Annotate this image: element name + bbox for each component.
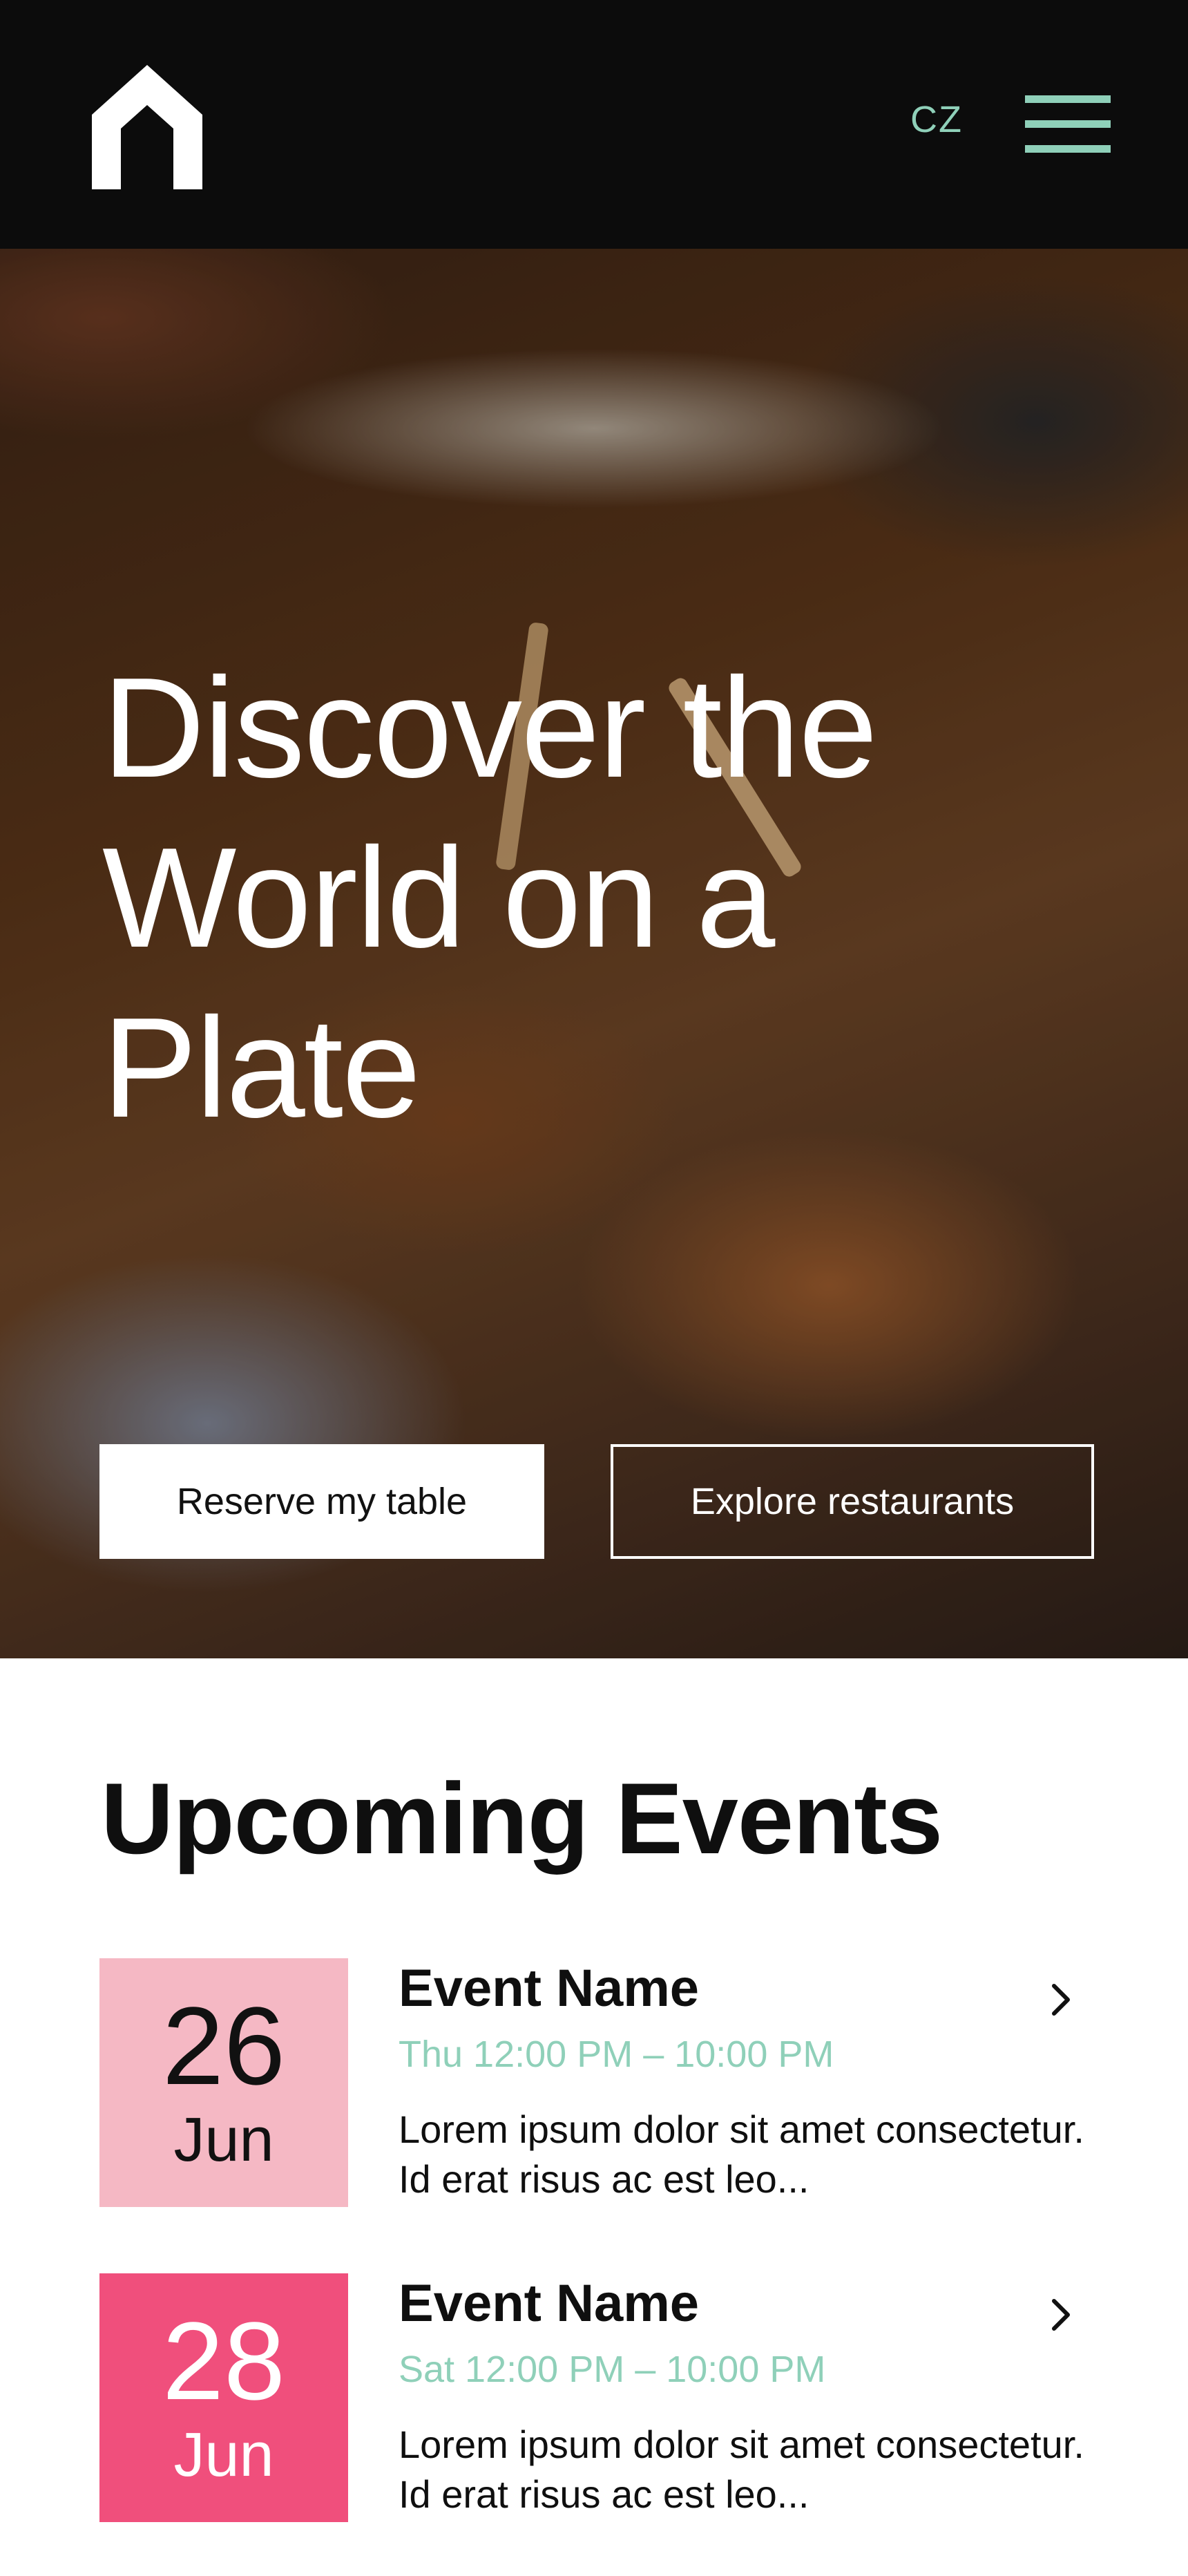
event-time: Thu 12:00 PM – 10:00 PM (399, 2034, 834, 2075)
event-name: Event Name (399, 1959, 700, 2018)
menu-bar-middle (1025, 120, 1111, 128)
menu-bar-top (1025, 95, 1111, 103)
hero-title: Discover the World on a Plate (102, 648, 878, 1147)
chevron-right-icon[interactable] (1047, 2294, 1075, 2336)
house-logo-icon[interactable] (92, 65, 202, 189)
event-name: Event Name (399, 2274, 700, 2333)
hamburger-menu-icon[interactable] (1025, 95, 1111, 155)
event-date-badge: 28 Jun (99, 2273, 348, 2522)
event-day: 26 (162, 1984, 285, 2108)
event-day: 28 (162, 2299, 285, 2423)
event-time: Sat 12:00 PM – 10:00 PM (399, 2349, 826, 2390)
explore-restaurants-button[interactable]: Explore restaurants (611, 1444, 1094, 1559)
chevron-right-icon[interactable] (1047, 1979, 1075, 2020)
event-card[interactable]: 26 Jun Event Name Thu 12:00 PM – 10:00 P… (99, 1958, 1094, 2207)
event-month: Jun (173, 2105, 274, 2175)
menu-bar-bottom (1025, 145, 1111, 153)
site-header: CZ (0, 0, 1188, 249)
event-month: Jun (173, 2421, 274, 2490)
language-switch[interactable]: CZ (910, 98, 963, 141)
events-heading: Upcoming Events (101, 1762, 943, 1875)
reserve-table-button[interactable]: Reserve my table (99, 1444, 544, 1559)
event-date-badge: 26 Jun (99, 1958, 348, 2207)
event-card[interactable]: 28 Jun Event Name Sat 12:00 PM – 10:00 P… (99, 2273, 1094, 2522)
event-description: Lorem ipsum dolor sit amet consectetur. … (399, 2108, 1084, 2201)
event-description: Lorem ipsum dolor sit amet consectetur. … (399, 2423, 1084, 2516)
